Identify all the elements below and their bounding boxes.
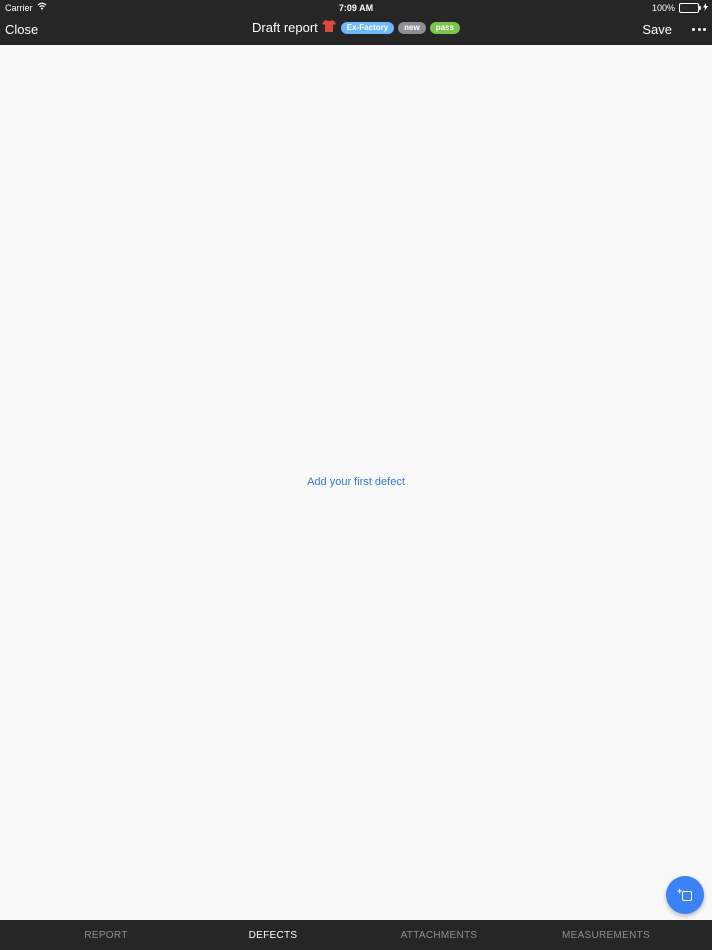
status-bar: Carrier 7:09 AM 100% bbox=[0, 0, 712, 15]
save-button[interactable]: Save bbox=[642, 22, 672, 37]
top-bar: Carrier 7:09 AM 100% Close Draft report bbox=[0, 0, 712, 45]
tab-attachments[interactable]: ATTACHMENTS bbox=[350, 930, 528, 941]
battery-group: 100% bbox=[652, 3, 708, 13]
shirt-icon bbox=[321, 19, 336, 33]
battery-icon bbox=[679, 3, 701, 13]
battery-percent: 100% bbox=[651, 3, 675, 13]
new-tag: new bbox=[398, 21, 426, 34]
bottom-tab-bar: REPORT DEFECTS ATTACHMENTS MEASUREMENTS bbox=[0, 920, 712, 950]
add-first-defect-link[interactable]: Add your first defect bbox=[0, 476, 712, 488]
main-content: Add your first defect bbox=[0, 45, 712, 920]
pass-tag: pass bbox=[429, 21, 460, 34]
tab-report[interactable]: REPORT bbox=[17, 930, 195, 941]
add-defect-button[interactable]: + bbox=[666, 876, 704, 914]
tab-defects[interactable]: DEFECTS bbox=[184, 930, 362, 941]
tab-measurements[interactable]: MEASUREMENTS bbox=[517, 930, 695, 941]
page-title: Draft report bbox=[252, 20, 318, 35]
status-time: 7:09 AM bbox=[338, 3, 374, 13]
more-icon[interactable] bbox=[692, 22, 706, 36]
ex-factory-tag: Ex-Factory bbox=[340, 21, 395, 34]
navigation-bar: Close Draft report Ex-Factory new pass S… bbox=[0, 15, 712, 45]
add-defect-icon: + bbox=[677, 887, 693, 903]
lightning-icon bbox=[703, 3, 708, 13]
title-group: Draft report Ex-Factory new pass bbox=[0, 19, 712, 35]
